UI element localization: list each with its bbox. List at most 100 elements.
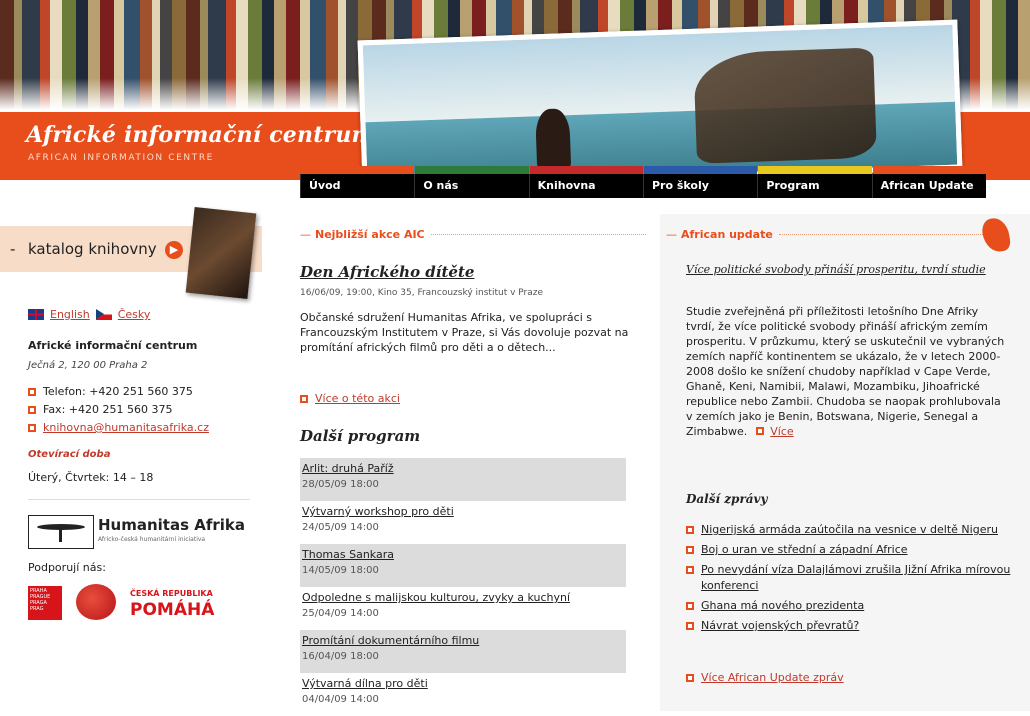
list-item: Návrat vojenských převratů? bbox=[686, 618, 1016, 634]
catalog-books-image[interactable] bbox=[185, 206, 257, 300]
contact-fax: Fax: +420 251 560 375 bbox=[28, 403, 172, 416]
list-item: Po nevydání víza Dalajlámovi zrušila Již… bbox=[686, 562, 1016, 594]
program-title: Další program bbox=[300, 427, 421, 445]
catalog-label: katalog knihovny bbox=[28, 240, 157, 258]
bullet-icon bbox=[686, 526, 694, 534]
event-meta: 16/06/09, 19:00, Kino 35, Francouzský in… bbox=[300, 288, 544, 298]
program-item: Odpoledne s malijskou kulturou, zvyky a … bbox=[300, 587, 626, 630]
header-dash: — bbox=[666, 228, 677, 241]
header-dash: — bbox=[300, 228, 311, 241]
bullet-icon bbox=[686, 673, 694, 682]
contact-phone: Telefon: +420 251 560 375 bbox=[28, 385, 193, 398]
nav-knihovna[interactable]: Knihovna bbox=[528, 166, 644, 198]
opening-hours-title: Otevírací doba bbox=[28, 449, 111, 460]
email-link[interactable]: knihovna@humanitasafrika.cz bbox=[43, 421, 209, 434]
partner-name[interactable]: Humanitas Afrika bbox=[98, 516, 245, 534]
globe-icon[interactable] bbox=[76, 584, 116, 620]
news-link[interactable]: Boj o uran ve střední a západní Africe bbox=[701, 542, 908, 558]
program-item-link[interactable]: Výtvarný workshop pro děti bbox=[302, 505, 624, 518]
news-more-link[interactable]: Více bbox=[770, 425, 793, 438]
all-news: Více African Update zpráv bbox=[686, 671, 844, 684]
language-switcher: English Česky bbox=[28, 308, 150, 321]
praha-logo[interactable]: PRAHA PRAGUE PRAGA PRAG bbox=[28, 586, 62, 620]
all-news-link[interactable]: Více African Update zpráv bbox=[701, 671, 844, 684]
news-link[interactable]: Ghana má nového prezidenta bbox=[701, 598, 864, 614]
program-item-link[interactable]: Thomas Sankara bbox=[302, 548, 624, 561]
program-item: Promítání dokumentárního filmu 16/04/09 … bbox=[300, 630, 626, 673]
list-item: Boj o uran ve střední a západní Africe bbox=[686, 542, 1016, 558]
czech-flag-icon bbox=[95, 309, 112, 320]
fax-text: Fax: +420 251 560 375 bbox=[43, 403, 173, 416]
site-title[interactable]: Africké informační centrum bbox=[26, 122, 375, 148]
bullet-icon bbox=[686, 622, 694, 630]
upcoming-events-title: Nejbližší akce AIC bbox=[315, 228, 425, 241]
news-link[interactable]: Nigerijská armáda zaútočila na vesnice v… bbox=[701, 522, 998, 538]
event-title-link[interactable]: Den Afrického dítěte bbox=[300, 263, 474, 281]
more-news-title: Další zprávy bbox=[686, 492, 768, 506]
lang-english-link[interactable]: English bbox=[50, 308, 90, 321]
african-update-title: African update bbox=[681, 228, 773, 241]
humanitas-afrika-logo[interactable] bbox=[28, 515, 94, 549]
program-item-date: 04/04/09 14:00 bbox=[302, 694, 379, 705]
divider bbox=[28, 499, 250, 500]
bullet-icon bbox=[686, 566, 694, 574]
support-label: Podporují nás: bbox=[28, 561, 106, 574]
nav-program[interactable]: Program bbox=[757, 166, 872, 198]
program-item-date: 25/04/09 14:00 bbox=[302, 608, 379, 619]
upcoming-events-header: — Nejbližší akce AIC bbox=[300, 228, 646, 241]
program-item-link[interactable]: Arlit: druhá Paříž bbox=[302, 462, 624, 475]
uk-flag-icon bbox=[28, 309, 44, 320]
program-item-link[interactable]: Promítání dokumentárního filmu bbox=[302, 634, 624, 647]
site-header: Africké informační centrum AFRICAN INFOR… bbox=[0, 0, 1030, 200]
bullet-icon bbox=[28, 423, 36, 432]
bullet-icon bbox=[686, 602, 694, 610]
news-link[interactable]: Návrat vojenských převratů? bbox=[701, 618, 859, 634]
cr-logo-small[interactable]: ČESKÁ REPUBLIKA bbox=[130, 589, 213, 598]
program-item-link[interactable]: Odpoledne s malijskou kulturou, zvyky a … bbox=[302, 591, 624, 604]
list-item: Nigerijská armáda zaútočila na vesnice v… bbox=[686, 522, 1016, 538]
news-list: Nigerijská armáda zaútočila na vesnice v… bbox=[686, 522, 1016, 638]
phone-text: Telefon: +420 251 560 375 bbox=[43, 385, 193, 398]
photo-boat bbox=[693, 47, 877, 164]
bullet-icon bbox=[300, 394, 308, 403]
program-item: Thomas Sankara 14/05/09 18:00 bbox=[300, 544, 626, 587]
dotted-line bbox=[430, 234, 646, 235]
nav-uvod[interactable]: Úvod bbox=[300, 166, 415, 198]
program-item-date: 14/05/09 18:00 bbox=[302, 565, 379, 576]
bullet-icon bbox=[686, 546, 694, 554]
program-list: Arlit: druhá Paříž 28/05/09 18:00 Výtvar… bbox=[300, 458, 626, 716]
program-item-link[interactable]: Výtvarná dílna pro děti bbox=[302, 677, 624, 690]
main-nav: Úvod O nás Knihovna Pro školy Program Af… bbox=[300, 166, 987, 198]
tree-trunk bbox=[59, 528, 62, 542]
news-headline-link[interactable]: Více politické svobody přináší prosperit… bbox=[686, 262, 996, 278]
org-name: Africké informační centrum bbox=[28, 339, 198, 352]
nav-african-update[interactable]: African Update bbox=[871, 166, 987, 198]
program-item-date: 28/05/09 18:00 bbox=[302, 479, 379, 490]
program-item-date: 16/04/09 18:00 bbox=[302, 651, 379, 662]
program-item: Arlit: druhá Paříž 28/05/09 18:00 bbox=[300, 458, 626, 501]
bullet-icon bbox=[755, 427, 764, 435]
nav-o-nas[interactable]: O nás bbox=[414, 166, 529, 198]
bullet-icon bbox=[28, 405, 36, 414]
photo-child bbox=[535, 108, 572, 170]
program-item: Výtvarná dílna pro děti 04/04/09 14:00 bbox=[300, 673, 626, 716]
event-more: Více o této akci bbox=[300, 392, 400, 405]
nav-pro-skoly[interactable]: Pro školy bbox=[642, 166, 758, 198]
news-body-text: Studie zveřejněná při příležitosti letoš… bbox=[686, 305, 1005, 438]
list-item: Ghana má nového prezidenta bbox=[686, 598, 1016, 614]
header-photo bbox=[357, 19, 963, 191]
contact-email: knihovna@humanitasafrika.cz bbox=[28, 421, 209, 434]
opening-hours: Úterý, Čtvrtek: 14 – 18 bbox=[28, 471, 154, 484]
bullet-icon bbox=[28, 387, 36, 396]
event-description: Občanské sdružení Humanitas Afrika, ve s… bbox=[300, 311, 629, 354]
event-more-link[interactable]: Více o této akci bbox=[315, 392, 400, 405]
cr-logo-big[interactable]: POMÁHÁ bbox=[130, 600, 214, 620]
news-body: Studie zveřejněná při příležitosti letoš… bbox=[686, 304, 1006, 439]
lang-czech-link[interactable]: Česky bbox=[118, 308, 151, 321]
news-link[interactable]: Po nevydání víza Dalajlámovi zrušila Již… bbox=[701, 562, 1016, 594]
site-subtitle: AFRICAN INFORMATION CENTRE bbox=[28, 153, 214, 163]
dotted-line bbox=[778, 234, 1001, 235]
catalog-dash: - bbox=[10, 240, 16, 258]
program-item-date: 24/05/09 14:00 bbox=[302, 522, 379, 533]
arrow-right-icon[interactable]: ▶ bbox=[165, 241, 183, 259]
